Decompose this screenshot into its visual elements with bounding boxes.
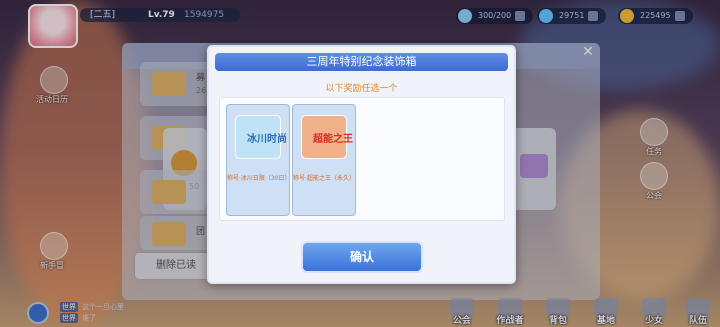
reward-select-dialog: 三周年特别纪念装饰箱 以下奖励任选一个 冰川时尚 称号·冰川日限（30日） 超能… bbox=[207, 45, 516, 284]
reward-caption: 称号·冰川日限（30日） bbox=[227, 175, 291, 182]
reward-option[interactable]: 超能之王 称号·超能之王（永久） bbox=[292, 104, 356, 216]
dialog-title: 三周年特别纪念装饰箱 bbox=[215, 53, 508, 71]
reward-option[interactable]: 冰川时尚 称号·冰川日限（30日） bbox=[226, 104, 291, 216]
reward-list: 冰川时尚 称号·冰川日限（30日） 超能之王 称号·超能之王（永久） bbox=[219, 97, 505, 221]
confirm-button[interactable]: 确认 bbox=[301, 241, 423, 273]
title-badge-icon: 冰川时尚 bbox=[235, 115, 287, 159]
title-badge-icon: 超能之王 bbox=[301, 115, 353, 159]
reward-caption: 称号·超能之王（永久） bbox=[293, 175, 355, 182]
dialog-subtitle: 以下奖励任选一个 bbox=[325, 84, 398, 94]
